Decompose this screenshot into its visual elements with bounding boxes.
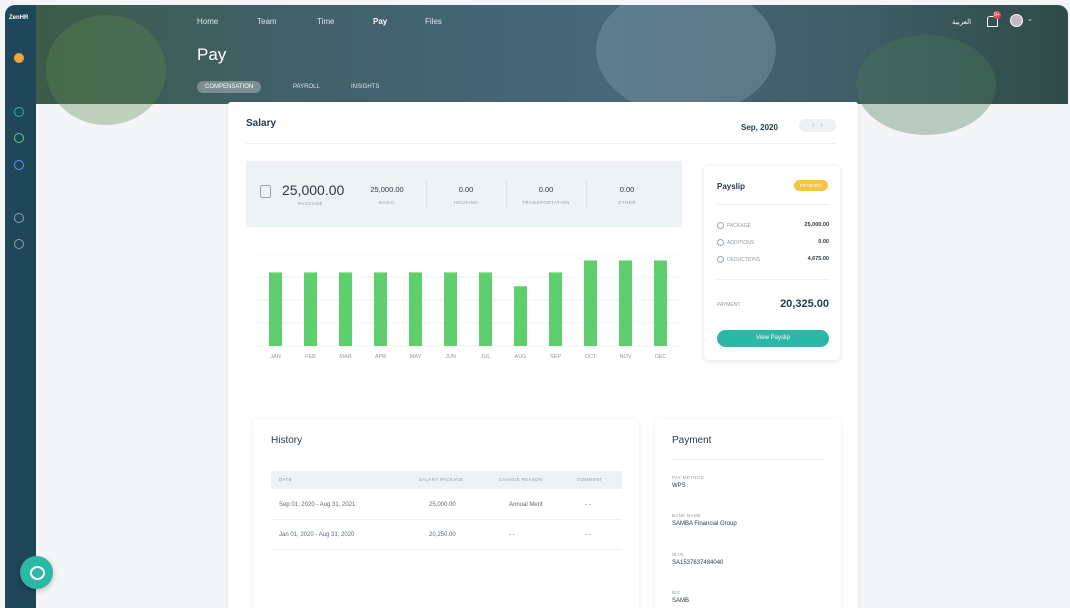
chevron-down-icon[interactable]: ⌄ [1027, 15, 1033, 23]
history-title: History [271, 435, 303, 446]
status-badge: PENDING [794, 180, 828, 191]
x-tick-label: DEC [655, 354, 667, 360]
x-tick-label: JAN [270, 354, 280, 360]
package-label: PACKAGE [298, 201, 323, 206]
iban: IBAN SA1537637484040 [672, 552, 724, 566]
x-tick-label: SEP [550, 354, 561, 360]
package-icon [717, 222, 724, 229]
nav-files[interactable]: Files [425, 17, 442, 26]
sidebar-reports-icon[interactable] [14, 160, 24, 170]
money-icon [260, 185, 271, 198]
divider [672, 459, 824, 460]
package-amount: 25,000.00 [282, 182, 345, 198]
sidebar: ZenHR [5, 5, 36, 608]
chart-bar [304, 272, 317, 346]
salary-bar-chart: JAN FEB MAR APR MAY JUN JUL AUG SEP OCT NOV DEC [258, 254, 678, 360]
sidebar-user-icon[interactable] [14, 53, 24, 63]
view-payslip-button[interactable]: View Payslip [717, 330, 829, 347]
separator [426, 181, 427, 209]
x-tick-label: NOV [620, 354, 632, 360]
divider [717, 279, 829, 280]
nav-home[interactable]: Home [197, 17, 218, 26]
history-card: History DATE SALARY PACKAGE CHANGE REASO… [253, 419, 639, 608]
sidebar-settings-icon[interactable] [14, 213, 24, 223]
x-tick-label: FEB [305, 354, 316, 360]
salary-title: Salary [246, 118, 277, 129]
chart-bar [514, 286, 527, 346]
minus-icon [717, 256, 724, 263]
payslip-card: Payslip PENDING PACKAGE 25,000.00 ADDITI… [704, 166, 840, 360]
chart-bar [584, 260, 597, 346]
period-pager[interactable]: ‹ › [799, 119, 836, 132]
payment-amount: 20,325.00 [780, 298, 829, 310]
history-table-header: DATE SALARY PACKAGE CHANGE REASON COMMEN… [271, 471, 622, 489]
payslip-row-package: PACKAGE 25,000.00 [717, 222, 829, 229]
sidebar-help-icon[interactable] [14, 239, 24, 249]
nav-team[interactable]: Team [257, 17, 277, 26]
chart-bar [339, 272, 352, 346]
divider [717, 204, 829, 205]
app-window: Home Team Time Pay Files Pay COMPENSATIO… [5, 5, 1068, 608]
summary-other: 0.00 OTHER [617, 185, 637, 205]
payslip-row-additions: ADDITIONS 0.00 [717, 239, 829, 246]
payment-label: PAYMENT [717, 302, 741, 308]
chart-bar [444, 272, 457, 346]
x-tick-label: AUG [515, 354, 527, 360]
x-tick-label: MAR [339, 354, 351, 360]
separator [586, 181, 587, 209]
page-title: Pay [197, 45, 227, 64]
x-tick-label: APR [375, 354, 386, 360]
summary-transportation: 0.00 TRANSPORTATION [522, 185, 570, 205]
bank-name: BANK NAME SAMBA Financial Group [672, 513, 737, 527]
tab-payroll[interactable]: PAYROLL [293, 81, 320, 93]
summary-housing: 0.00 HOUSING [453, 185, 479, 205]
payslip-row-deductions: DEDUCTIONS 4,675.00 [717, 256, 829, 263]
bic: BIC SAMB [672, 590, 690, 604]
notification-badge: 9+ [993, 11, 1001, 19]
payment-title: Payment [672, 435, 712, 446]
table-row[interactable]: Jan 01, 2020 - Aug 31, 2020 20,250.00 - … [271, 521, 622, 550]
chat-support-icon[interactable] [20, 556, 53, 589]
app-logo: ZenHR [9, 15, 29, 21]
sidebar-dashboard-icon[interactable] [14, 107, 24, 117]
chart-bar [479, 272, 492, 346]
chart-bar [409, 272, 422, 346]
payment-card: Payment PAY METHOD WPS BANK NAME SAMBA Fin… [655, 419, 841, 608]
summary-basic: 25,000.00 BASIC [370, 185, 404, 205]
x-tick-label: OCT [585, 354, 597, 360]
separator [506, 181, 507, 209]
salary-summary: 25,000.00 PACKAGE 25,000.00 BASIC 0.00 HOU… [246, 161, 682, 227]
period-label: Sep, 2020 [741, 123, 778, 132]
nav-time[interactable]: Time [317, 17, 334, 26]
chart-bar [269, 272, 282, 346]
nav-pay[interactable]: Pay [373, 17, 387, 26]
page-header [36, 5, 1068, 135]
x-tick-label: JUN [445, 354, 456, 360]
divider [246, 143, 836, 144]
chart-bar [549, 272, 562, 346]
language-switch[interactable]: العربية [952, 18, 971, 26]
tab-insights[interactable]: INSIGHTS [351, 81, 379, 93]
chart-bar [654, 260, 667, 346]
chart-bar [374, 272, 387, 346]
pay-method: PAY METHOD WPS [672, 475, 705, 489]
sidebar-approvals-icon[interactable] [14, 133, 24, 143]
x-tick-label: MAY [410, 354, 422, 360]
chart-bar [619, 260, 632, 346]
avatar[interactable] [1010, 14, 1023, 27]
payslip-title: Payslip [717, 182, 746, 191]
table-row[interactable]: Sep 01, 2020 - Aug 31, 2021 25,000.00 An… [271, 491, 622, 520]
tab-compensation[interactable]: COMPENSATION [197, 81, 262, 93]
x-tick-label: JUL [481, 354, 491, 360]
plus-icon [717, 239, 724, 246]
